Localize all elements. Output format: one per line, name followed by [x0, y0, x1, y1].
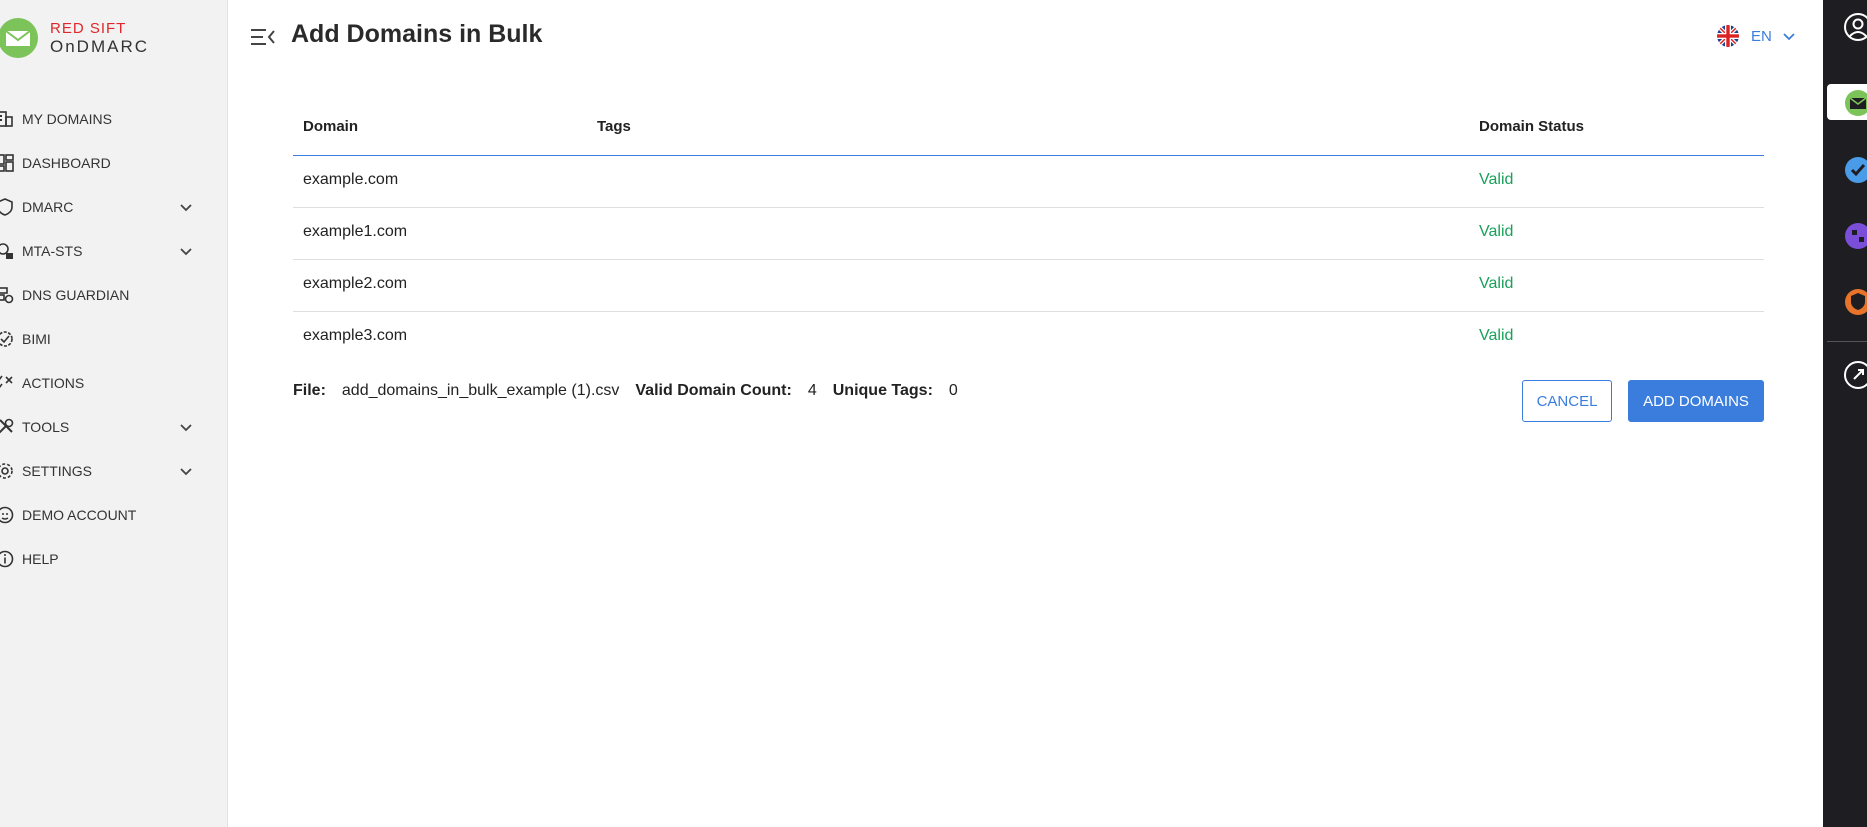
domains-table: Domain Tags Domain Status example.com Va…: [293, 106, 1764, 364]
sidebar-nav: MY DOMAINS DASHBOARD DMARC MTA-STS DNS G…: [0, 97, 228, 581]
table-row: example3.com Valid: [293, 312, 1764, 364]
brand-logo[interactable]: RED SIFT OnDMARC: [0, 18, 228, 60]
sidebar-item-label: SETTINGS: [22, 463, 93, 479]
cancel-button[interactable]: CANCEL: [1522, 380, 1612, 422]
sidebar-item-label: ACTIONS: [22, 375, 85, 391]
file-name: add_domains_in_bulk_example (1).csv: [341, 382, 620, 399]
brand-trust-product-icon[interactable]: [1843, 287, 1867, 317]
sidebar: RED SIFT OnDMARC MY DOMAINS DASHBOARD DM…: [0, 0, 228, 827]
sidebar-item-label: DMARC: [22, 199, 74, 215]
unique-tags-value: 0: [948, 382, 958, 399]
sidebar-item-label: MY DOMAINS: [22, 111, 112, 127]
network-lock-icon: [0, 243, 13, 259]
sidebar-item-bimi[interactable]: BIMI: [0, 317, 228, 361]
file-label: File:: [293, 382, 326, 399]
language-selector[interactable]: EN: [1717, 25, 1796, 47]
sidebar-item-label: DASHBOARD: [22, 155, 111, 171]
rail-divider: [1827, 341, 1867, 342]
gear-icon: [0, 463, 13, 479]
asm-product-icon[interactable]: [1843, 221, 1867, 251]
chevron-down-icon: [1783, 33, 1795, 41]
sidebar-item-demo-account[interactable]: DEMO ACCOUNT: [0, 493, 228, 537]
language-label: EN: [1751, 27, 1772, 45]
status-cell: Valid: [1479, 275, 1514, 292]
ondmarc-logo-icon: [0, 18, 38, 58]
shield-icon: [0, 198, 13, 216]
table-row: example.com Valid: [293, 156, 1764, 208]
brand-line1: RED SIFT: [50, 20, 127, 37]
building-icon: [0, 111, 13, 127]
brand-line2: OnDMARC: [50, 37, 150, 56]
domain-cell: example.com: [303, 171, 399, 188]
upload-summary: File: add_domains_in_bulk_example (1).cs…: [293, 382, 974, 400]
chevron-down-icon[interactable]: [178, 199, 194, 215]
domain-cell: example1.com: [303, 223, 408, 240]
chevron-down-icon[interactable]: [178, 463, 194, 479]
info-icon: [0, 550, 14, 568]
page-title: Add Domains in Bulk: [291, 20, 543, 48]
checklist-icon: [0, 375, 13, 388]
sidebar-item-mta-sts[interactable]: MTA-STS: [0, 229, 228, 273]
sidebar-item-dmarc[interactable]: DMARC: [0, 185, 228, 229]
dns-guardian-icon: [0, 287, 14, 304]
ondmarc-product-icon[interactable]: [1843, 88, 1867, 118]
domain-cell: example3.com: [303, 327, 408, 344]
sidebar-item-my-domains[interactable]: MY DOMAINS: [0, 97, 228, 141]
sidebar-item-dns-guardian[interactable]: DNS GUARDIAN: [0, 273, 228, 317]
sidebar-item-settings[interactable]: SETTINGS: [0, 449, 228, 493]
certificates-product-icon[interactable]: [1843, 155, 1867, 185]
unique-tags-label: Unique Tags:: [832, 382, 933, 399]
product-switcher-rail: [1823, 0, 1867, 827]
sidebar-item-label: MTA-STS: [22, 243, 83, 259]
valid-count-label: Valid Domain Count:: [635, 382, 792, 399]
sidebar-item-label: TOOLS: [22, 419, 70, 435]
column-header-tags: Tags: [597, 118, 631, 135]
tools-icon: [0, 418, 14, 434]
add-domains-button[interactable]: ADD DOMAINS: [1628, 380, 1764, 422]
sidebar-item-help[interactable]: HELP: [0, 537, 228, 581]
table-header: Domain Tags Domain Status: [293, 106, 1764, 156]
column-header-domain: Domain: [303, 118, 359, 135]
account-icon: [0, 506, 14, 524]
table-row: example2.com Valid: [293, 260, 1764, 312]
uk-flag-icon: [1717, 25, 1739, 47]
sidebar-item-label: DNS GUARDIAN: [22, 287, 130, 303]
chevron-down-icon[interactable]: [178, 419, 194, 435]
sidebar-item-dashboard[interactable]: DASHBOARD: [0, 141, 228, 185]
sidebar-item-tools[interactable]: TOOLS: [0, 405, 228, 449]
rocket-icon[interactable]: [1843, 360, 1867, 390]
user-profile-icon[interactable]: [1843, 12, 1867, 42]
table-row: example1.com Valid: [293, 208, 1764, 260]
sidebar-item-label: DEMO ACCOUNT: [22, 507, 137, 523]
status-cell: Valid: [1479, 223, 1514, 240]
dashboard-icon: [0, 154, 14, 172]
status-cell: Valid: [1479, 327, 1514, 344]
collapse-menu-icon[interactable]: [250, 26, 276, 48]
chevron-down-icon[interactable]: [178, 243, 194, 259]
status-cell: Valid: [1479, 171, 1514, 188]
column-header-status: Domain Status: [1479, 118, 1585, 135]
valid-count-value: 4: [807, 382, 817, 399]
sidebar-item-label: HELP: [22, 551, 59, 567]
sidebar-item-actions[interactable]: ACTIONS: [0, 361, 228, 405]
badge-icon: [0, 331, 13, 347]
domain-cell: example2.com: [303, 275, 408, 292]
sidebar-item-label: BIMI: [22, 331, 51, 347]
